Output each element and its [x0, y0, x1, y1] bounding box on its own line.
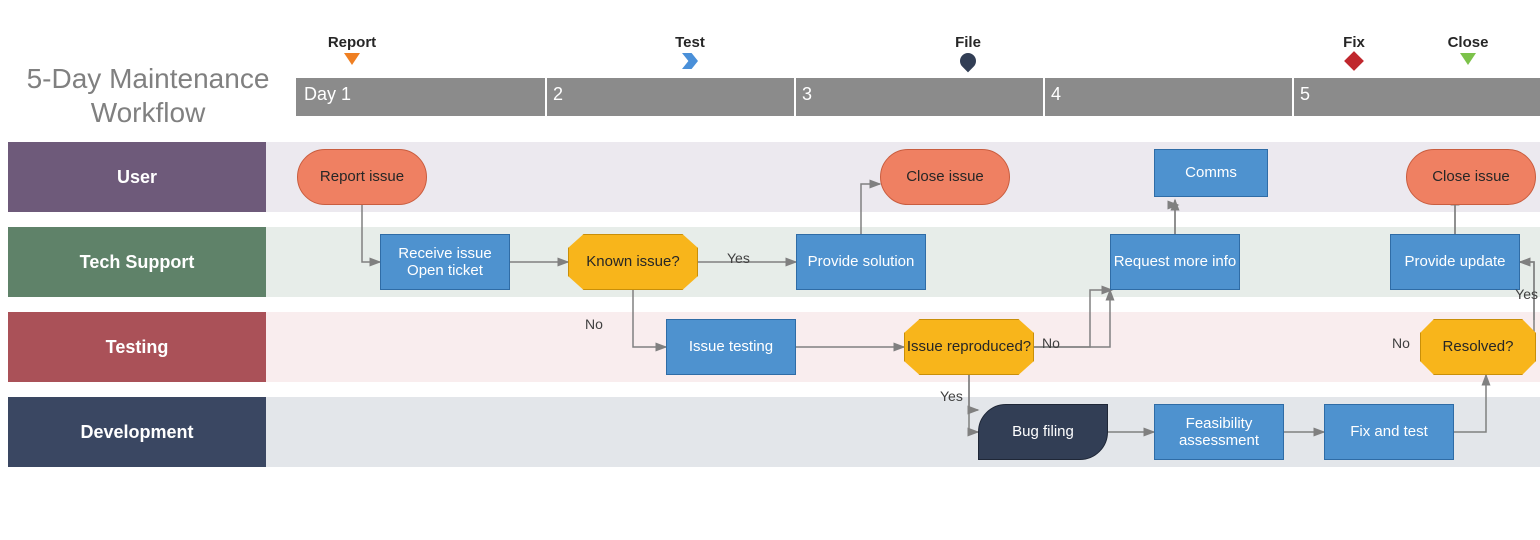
milestone-label: Report [328, 34, 376, 51]
lane-header-development: Development [8, 397, 266, 467]
diamond-icon [1344, 51, 1364, 71]
diagram-title: 5-Day Maintenance Workflow [18, 62, 278, 129]
node-issue-testing: Issue testing [666, 319, 796, 375]
milestone-file: File [928, 34, 1008, 69]
edge-label-no: No [1392, 335, 1410, 351]
node-resolved: Resolved? [1420, 319, 1536, 375]
drop-icon [957, 50, 980, 73]
node-feasibility: Feasibility assessment [1154, 404, 1284, 460]
chevron-icon [682, 53, 698, 69]
milestone-close: Close [1428, 34, 1508, 65]
milestone-label: File [955, 34, 981, 51]
triangle-down-icon [344, 53, 360, 65]
milestone-report: Report [312, 34, 392, 65]
day-tick [1043, 78, 1045, 116]
triangle-down-icon [1460, 53, 1476, 65]
day-label: 3 [802, 84, 812, 105]
milestone-label: Fix [1343, 34, 1365, 51]
timeline-bar: Day 1 2 3 4 5 [296, 78, 1540, 116]
day-label: Day 1 [304, 84, 351, 105]
node-known-issue: Known issue? [568, 234, 698, 290]
edge-label-no: No [1042, 335, 1060, 351]
node-close-issue-a: Close issue [880, 149, 1010, 205]
milestone-label: Test [675, 34, 705, 51]
day-tick [1292, 78, 1294, 116]
edge-label-no: No [585, 316, 603, 332]
edge-label-yes: Yes [727, 250, 750, 266]
node-issue-reproduced: Issue reproduced? [904, 319, 1034, 375]
lane-header-testing: Testing [8, 312, 266, 382]
node-provide-solution: Provide solution [796, 234, 926, 290]
day-label: 2 [553, 84, 563, 105]
node-fix-test: Fix and test [1324, 404, 1454, 460]
lane-body-testing [266, 312, 1540, 382]
day-tick [545, 78, 547, 116]
day-tick [794, 78, 796, 116]
milestone-label: Close [1448, 34, 1489, 51]
node-request-more: Request more info [1110, 234, 1240, 290]
milestone-fix: Fix [1314, 34, 1394, 68]
edge-label-yes: Yes [940, 388, 963, 404]
node-report-issue: Report issue [297, 149, 427, 205]
node-comms: Comms [1154, 149, 1268, 197]
node-provide-update: Provide update [1390, 234, 1520, 290]
lane-header-user: User [8, 142, 266, 212]
day-label: 5 [1300, 84, 1310, 105]
milestone-test: Test [650, 34, 730, 69]
node-bug-filing: Bug filing [978, 404, 1108, 460]
node-receive-open: Receive issue Open ticket [380, 234, 510, 290]
day-label: 4 [1051, 84, 1061, 105]
swimlane-diagram: 5-Day Maintenance Workflow Report Test F… [0, 0, 1540, 540]
edge-label-yes: Yes [1515, 286, 1538, 302]
lane-header-techsupport: Tech Support [8, 227, 266, 297]
node-close-issue-b: Close issue [1406, 149, 1536, 205]
